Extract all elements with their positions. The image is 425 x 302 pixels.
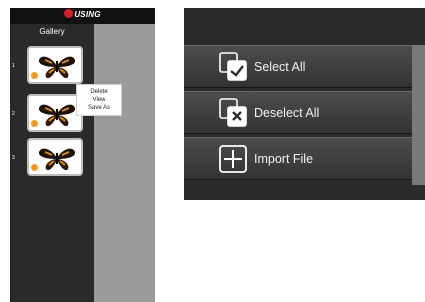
action-list: Select All Deselect All Import File xyxy=(184,45,412,183)
selection-badge-icon[interactable] xyxy=(31,72,38,79)
butterfly-image xyxy=(38,148,76,171)
action-panel-footer xyxy=(184,185,425,200)
logo-text: USING xyxy=(74,10,101,19)
select-all-button[interactable]: Select All xyxy=(184,45,412,88)
import-file-icon xyxy=(219,145,247,173)
menu-item-view[interactable]: View xyxy=(93,96,106,104)
butterfly-image xyxy=(38,104,76,127)
action-panel-scrollbar[interactable] xyxy=(412,45,425,185)
import-file-button[interactable]: Import File xyxy=(184,137,412,180)
gallery-thumbnail[interactable] xyxy=(27,94,83,132)
select-all-icon xyxy=(219,52,247,81)
action-menu-panel: Select All Deselect All Import File xyxy=(184,8,425,200)
gallery-scroll-strip[interactable] xyxy=(94,24,155,302)
gallery-header: USING xyxy=(10,8,155,24)
gallery-thumbnail[interactable] xyxy=(27,138,83,176)
action-panel-header xyxy=(184,8,425,45)
thumbnail-index: 3 xyxy=(12,155,15,161)
select-all-label: Select All xyxy=(254,60,306,74)
deselect-all-label: Deselect All xyxy=(254,106,320,120)
import-file-label: Import File xyxy=(254,152,314,166)
selection-badge-icon[interactable] xyxy=(31,120,38,127)
gallery-title: Gallery xyxy=(39,27,65,36)
gallery-thumbnail[interactable] xyxy=(27,46,83,84)
thumbnail-context-menu: Delete View Save As xyxy=(76,84,122,116)
butterfly-image xyxy=(38,56,76,79)
gallery-row: 3 xyxy=(10,138,94,178)
menu-item-save-as[interactable]: Save As xyxy=(88,104,110,112)
gallery-row: 1 xyxy=(10,46,94,86)
app-logo: USING xyxy=(10,9,155,19)
thumbnail-index: 2 xyxy=(12,111,15,117)
thumbnail-index: 1 xyxy=(12,63,15,69)
deselect-all-button[interactable]: Deselect All xyxy=(184,91,412,134)
selection-badge-icon[interactable] xyxy=(31,164,38,171)
logo-mark-icon xyxy=(64,9,74,18)
gallery-panel: USING Gallery 1 2 3 Delete View Save As xyxy=(10,8,155,302)
deselect-all-icon xyxy=(219,98,247,127)
menu-item-delete[interactable]: Delete xyxy=(90,88,107,96)
